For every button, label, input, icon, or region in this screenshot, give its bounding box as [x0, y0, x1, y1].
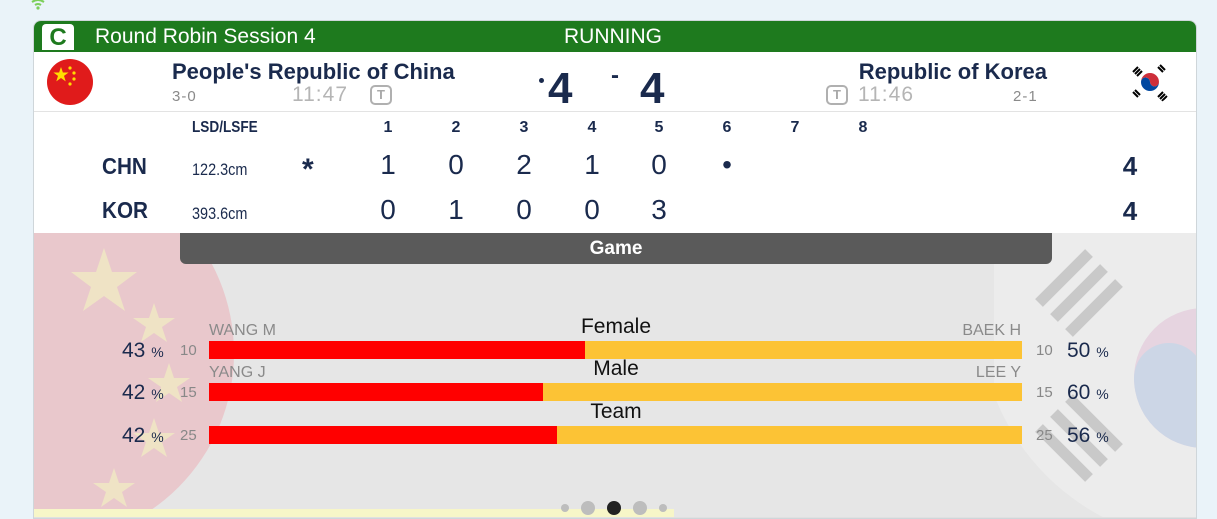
right-player-name: BAEK H: [962, 322, 1021, 339]
teams-row: People's Republic of China 3-0 11:47 T 4…: [34, 52, 1196, 113]
left-share-fill: [209, 341, 585, 359]
right-percentage-value: 60: [1067, 381, 1091, 404]
end-score-left-2: 0: [448, 149, 464, 180]
team-right-abbr: KOR: [102, 197, 149, 223]
comparison-bar: [209, 426, 1022, 444]
end-score-left-6: •: [722, 149, 732, 180]
percent-sign: %: [151, 386, 164, 402]
end-score-left-4: 1: [584, 149, 600, 180]
team-right-lsd: 393.6cm: [192, 204, 248, 223]
korea-flag-icon: [1127, 59, 1173, 105]
sheet-badge: C: [42, 24, 74, 51]
game-card[interactable]: C Round Robin Session 4 RUNNING People's…: [33, 20, 1197, 519]
end-number-7: 7: [790, 119, 800, 136]
end-number-1: 1: [383, 119, 393, 136]
left-player-name: WANG M: [209, 322, 276, 339]
end-score-right-3: 0: [516, 194, 532, 225]
right-percentage: 50 %: [1067, 339, 1109, 363]
end-number-6: 6: [722, 119, 732, 136]
left-percentage-value: 42: [122, 381, 146, 404]
category-label: Female: [580, 315, 652, 338]
left-share-fill: [209, 383, 543, 401]
left-share-fill: [209, 426, 557, 444]
team-left-name: People's Republic of China: [172, 59, 455, 84]
right-shots: 15: [1036, 384, 1053, 401]
comparison-bar: [209, 383, 1022, 401]
pager-dot-2[interactable]: [581, 501, 595, 515]
left-percentage: 42 %: [122, 381, 164, 405]
team-left-score: 4: [548, 64, 573, 113]
team-right-record: 2-1: [1013, 88, 1038, 105]
linescore: LSD/LSFE 1 2 3 4 5 6 7 8 CHN 122.3cm * 1 0 2 1 0 • 4…: [34, 113, 1196, 234]
hammer-dot-icon: [539, 78, 544, 83]
score-separator: -: [611, 62, 619, 89]
team-left-clock: 11:47: [292, 83, 348, 106]
lsd-header: LSD/LSFE: [192, 119, 258, 136]
left-shots: 15: [180, 384, 197, 401]
session-title: Round Robin Session 4: [95, 25, 316, 48]
left-shots: 10: [180, 342, 197, 359]
right-player-name: LEE Y: [975, 364, 1021, 381]
right-percentage-value: 56: [1067, 424, 1091, 447]
percent-sign: %: [151, 344, 164, 360]
game-status: RUNNING: [564, 25, 662, 48]
percent-sign: %: [1096, 429, 1109, 445]
end-score-right-4: 0: [584, 194, 600, 225]
left-percentage: 43 %: [122, 339, 164, 363]
stats-panel: Game 43 % 10 WANG M BAEK H Female 10 50 % 42 % 1…: [34, 233, 1196, 518]
hammer-icon: *: [302, 153, 314, 186]
left-percentage-value: 43: [122, 339, 146, 362]
right-percentage: 60 %: [1067, 381, 1109, 405]
team-right-name: Republic of Korea: [858, 59, 1047, 84]
end-number-2: 2: [451, 119, 461, 136]
team-right-score: 4: [640, 64, 665, 113]
korea-flag-watermark-icon: [994, 233, 1196, 518]
pager-dot-3[interactable]: [607, 501, 621, 515]
timeout-icon: T: [370, 85, 392, 105]
china-flag-watermark-icon: [34, 233, 234, 518]
timeout-icon: T: [826, 85, 848, 105]
end-number-8: 8: [858, 119, 868, 136]
end-number-3: 3: [519, 119, 529, 136]
percent-sign: %: [1096, 344, 1109, 360]
team-right-total: 4: [1122, 196, 1138, 226]
left-percentage-value: 42: [122, 424, 146, 447]
pager-dot-1[interactable]: [561, 504, 569, 512]
end-score-right-2: 1: [448, 194, 464, 225]
end-score-right-1: 0: [380, 194, 396, 225]
team-left-lsd: 122.3cm: [192, 160, 248, 179]
team-left-abbr: CHN: [102, 153, 147, 179]
wifi-icon: [31, 0, 45, 10]
left-player-name: YANG J: [209, 364, 266, 381]
percent-sign: %: [1096, 386, 1109, 402]
end-score-left-5: 0: [651, 149, 667, 180]
left-shots: 25: [180, 427, 197, 444]
pager-dot-4[interactable]: [633, 501, 647, 515]
end-score-left-3: 2: [516, 149, 532, 180]
category-label: Male: [593, 357, 639, 380]
end-number-4: 4: [587, 119, 597, 136]
right-percentage-value: 50: [1067, 339, 1091, 362]
percent-sign: %: [151, 429, 164, 445]
end-number-5: 5: [654, 119, 664, 136]
end-score-left-1: 1: [380, 149, 396, 180]
right-percentage: 56 %: [1067, 424, 1109, 448]
category-label: Team: [590, 400, 642, 423]
pager-dot-5[interactable]: [659, 504, 667, 512]
china-flag-icon: [47, 59, 93, 105]
right-shots: 10: [1036, 342, 1053, 359]
right-shots: 25: [1036, 427, 1053, 444]
game-header: C Round Robin Session 4 RUNNING: [34, 21, 1196, 52]
end-score-right-5: 3: [651, 194, 667, 225]
tab-game[interactable]: Game: [180, 233, 1052, 264]
team-left-record: 3-0: [172, 88, 197, 105]
left-percentage: 42 %: [122, 424, 164, 448]
team-right-clock: 11:46: [858, 83, 914, 106]
team-left-total: 4: [1122, 151, 1138, 181]
